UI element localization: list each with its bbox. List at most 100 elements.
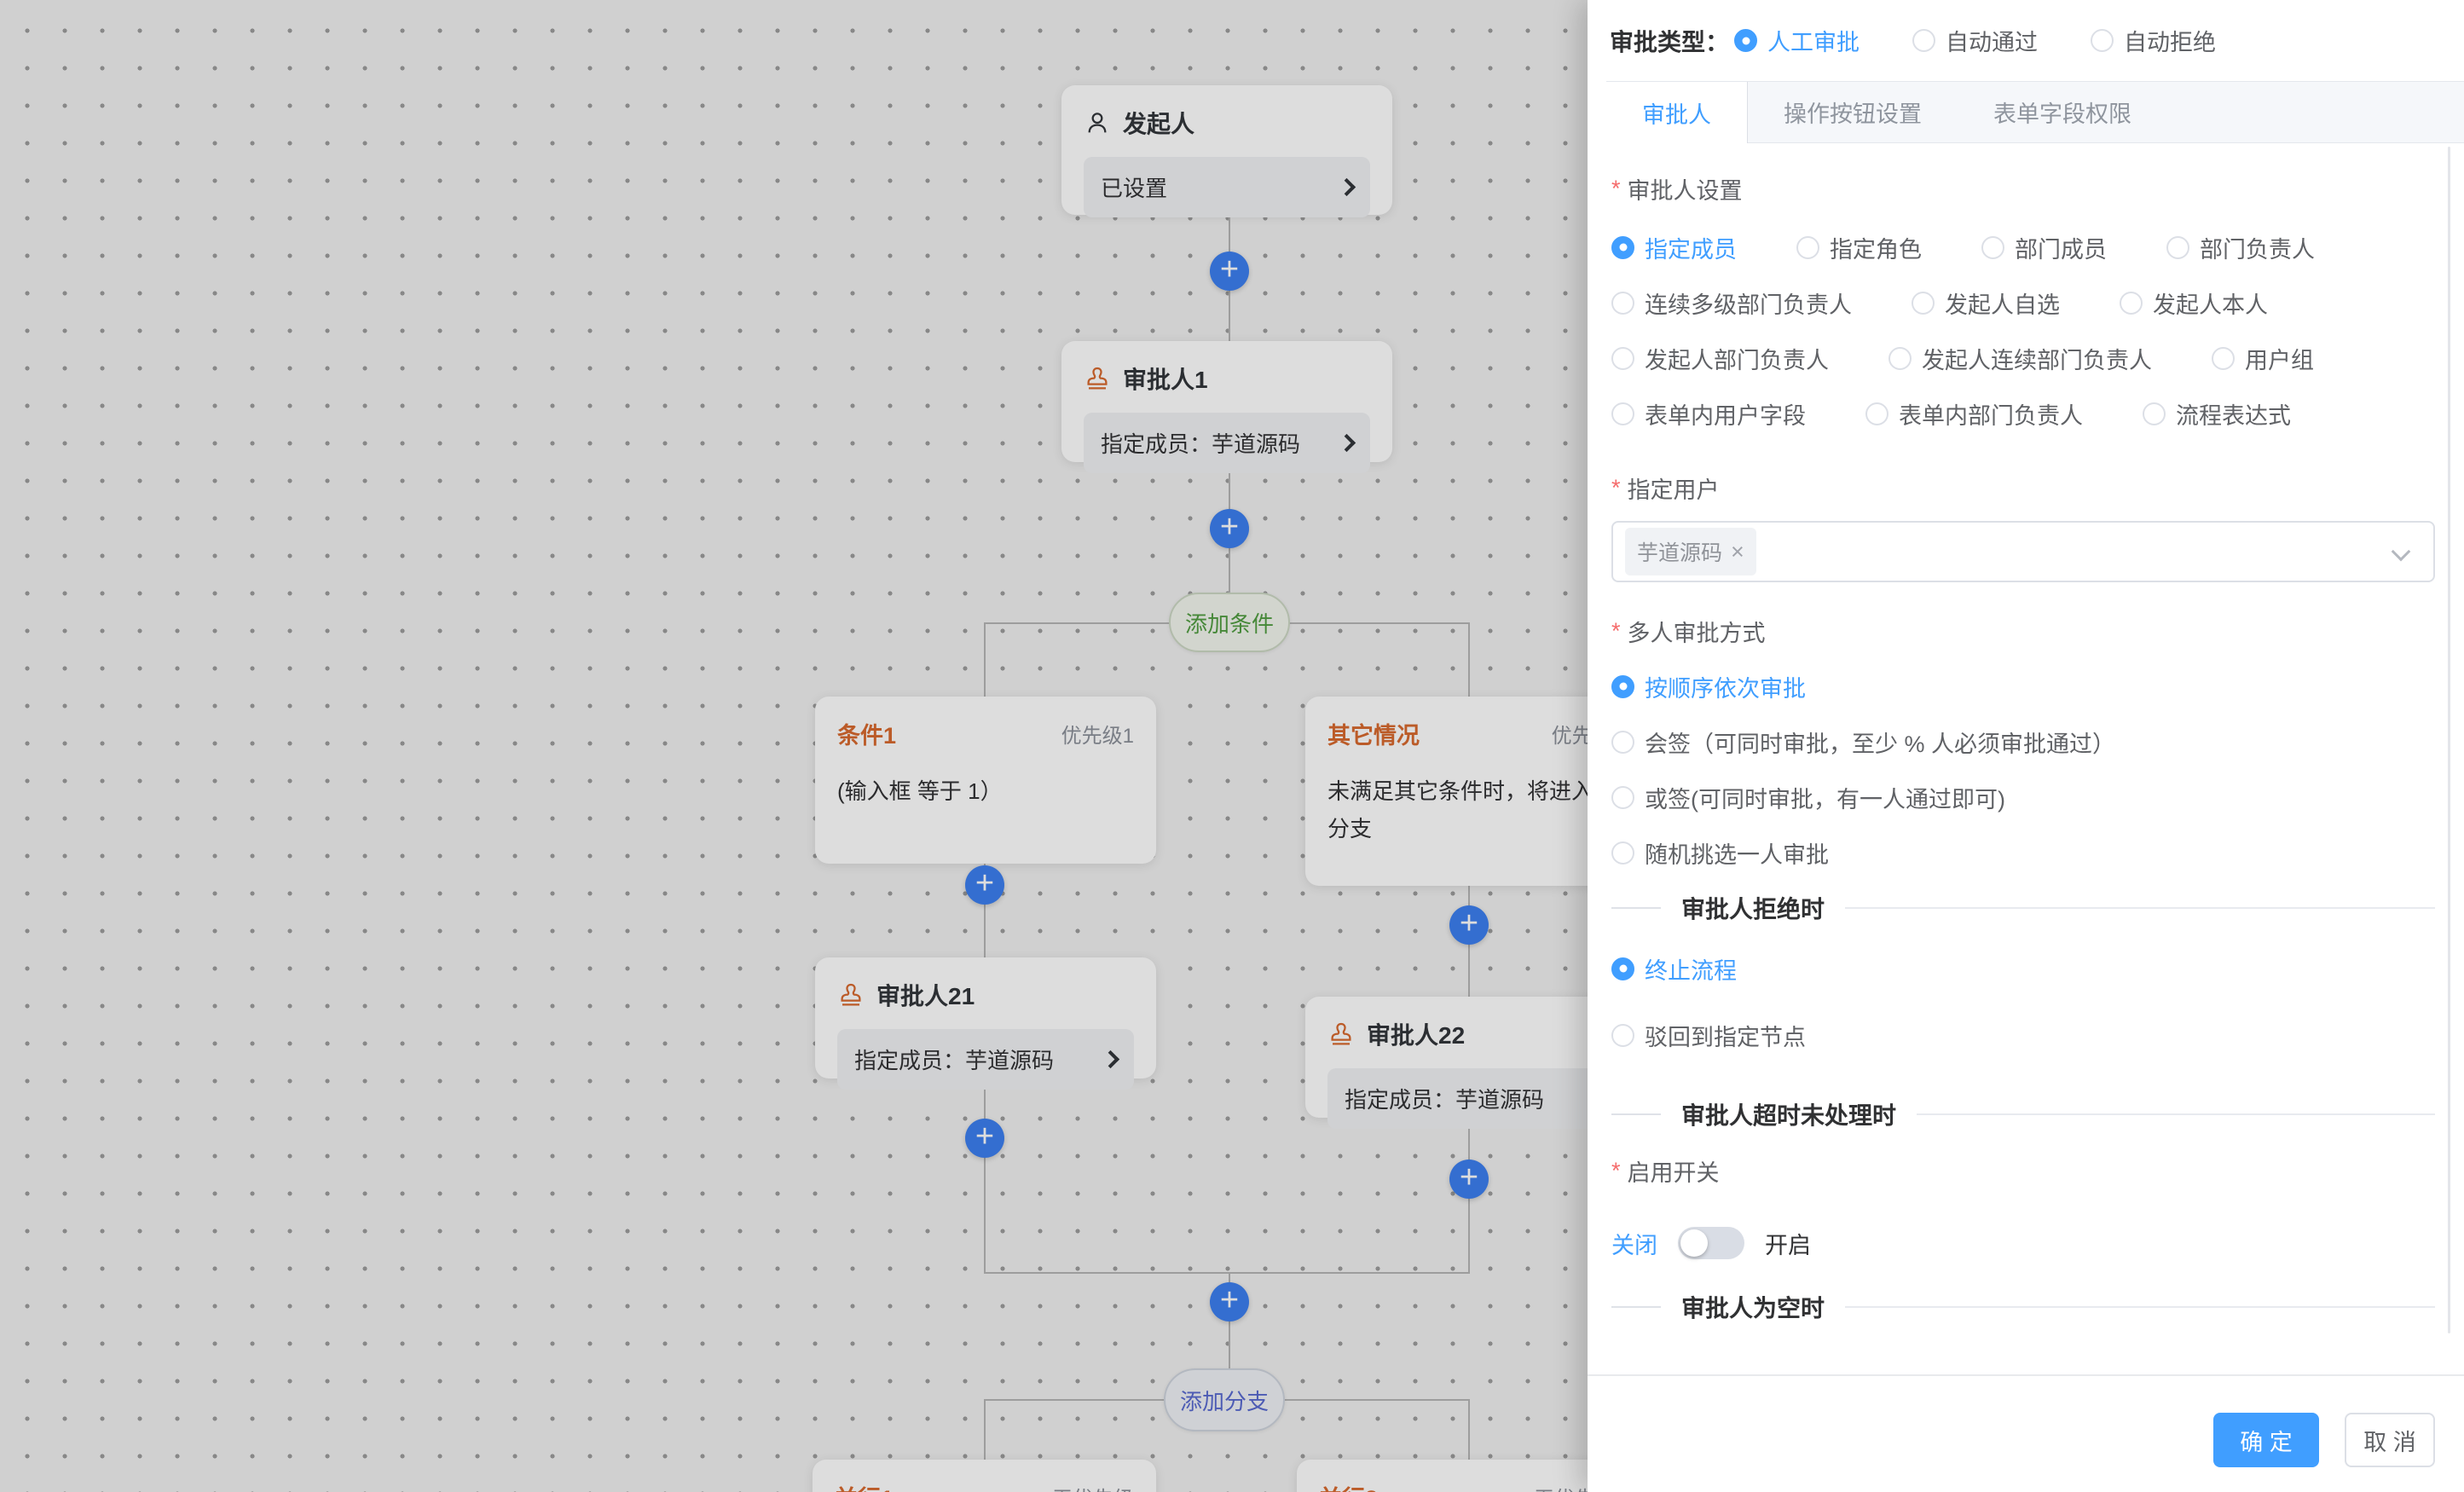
approval-settings-drawer: 审批类型： 人工审批 自动通过 自动拒绝 审批人 操作按钮设置 [1588,0,2464,1492]
empty-approver-section-divider: 审批人为空时 [1611,1292,2435,1321]
radio-terminate-process[interactable]: 终止流程 [1611,952,1737,986]
add-node-button[interactable]: + [1210,509,1249,548]
radio-manual-approval[interactable]: 人工审批 [1734,24,1860,57]
switch-off-label: 关闭 [1611,1227,1657,1260]
condition-expression: (输入框 等于 1） [837,772,1134,810]
approval-type-row: 审批类型： 人工审批 自动通过 自动拒绝 [1588,0,2464,81]
add-node-button[interactable]: + [1449,905,1489,945]
add-node-button[interactable]: + [965,1119,1004,1158]
stamp-icon [1327,1021,1355,1048]
add-condition-button[interactable]: 添加条件 [1169,593,1290,652]
node-initiator[interactable]: 发起人 已设置 [1061,85,1392,215]
radio-approver-option[interactable]: 发起人连续部门负责人 [1888,342,2152,375]
scrollbar[interactable] [2448,147,2450,1333]
flow-canvas[interactable]: + + + + + + + 发起人 已设置 [0,0,1588,1492]
timeout-toggle[interactable] [1678,1227,1744,1259]
radio-circle [1611,236,1634,259]
radio-approver-option[interactable]: 表单内部门负责人 [1865,397,2083,431]
tab-form-field-permissions[interactable]: 表单字段权限 [1958,82,2167,142]
radio-row: 表单内用户字段 表单内部门负责人 流程表达式 [1611,390,2435,437]
timeout-switch-row: 关闭 开启 [1611,1219,2435,1267]
node-title-text: 审批人22 [1367,1017,1465,1051]
radio-circle [1912,29,1935,52]
chevron-right-icon [1338,434,1356,452]
radio-approver-option[interactable]: 用户组 [2212,342,2314,375]
settings-tabs: 审批人 操作按钮设置 表单字段权限 [1606,81,2464,143]
radio-approver-option[interactable]: 部门成员 [1981,231,2107,264]
remove-tag-icon[interactable]: × [1731,541,1744,564]
required-asterisk: * [1611,475,1621,501]
multi-mode-options: 按顺序依次审批 会签（可同时审批，至少 % 人必须审批通过） 或签(可同时审批，… [1611,664,2435,875]
add-node-button[interactable]: + [1449,1159,1489,1199]
radio-circle [1888,347,1912,370]
radio-circle [1734,29,1757,52]
multi-mode-label: * 多人审批方式 [1611,616,2435,645]
radio-approver-option[interactable]: 指定成员 [1611,231,1737,264]
assign-user-select[interactable]: 芋道源码 × [1611,521,2435,582]
condition-name: 并行2 [1319,1480,1378,1492]
connector-line [984,1399,986,1460]
add-node-button[interactable]: + [1210,1282,1249,1321]
switch-on-label: 开启 [1765,1227,1811,1260]
radio-multi-option[interactable]: 或签(可同时审批，有一人通过即可) [1611,781,2005,814]
radio-circle [1611,1024,1634,1047]
radio-circle [1611,675,1634,698]
approver-tab-content[interactable]: * 审批人设置 指定成员 指定角色 部门成员 [1588,143,2464,1337]
condition-priority: 无优先级 [1052,1482,1134,1492]
radio-approver-option[interactable]: 指定角色 [1796,231,1922,264]
radio-approver-option[interactable]: 发起人部门负责人 [1611,342,1829,375]
node-title: 审批人1 [1084,361,1370,396]
radio-circle [1611,292,1634,315]
radio-circle [2143,402,2166,425]
confirm-button[interactable]: 确 定 [2213,1413,2319,1467]
radio-multi-option[interactable]: 随机挑选一人审批 [1611,836,1829,870]
radio-approver-option[interactable]: 发起人本人 [2120,286,2268,320]
radio-row: 连续多级部门负责人 发起人自选 发起人本人 [1611,279,2435,327]
chevron-right-icon [1338,178,1356,196]
cancel-button[interactable]: 取 消 [2345,1413,2435,1467]
node-other-condition[interactable]: 其它情况 优先级2 未满足其它条件时，将进入此分支 [1305,697,1588,886]
required-asterisk: * [1611,176,1621,202]
add-branch-button[interactable]: 添加分支 [1164,1368,1285,1431]
radio-multi-option[interactable]: 按顺序依次审批 [1611,670,1806,703]
node-title-text: 审批人21 [876,978,975,1012]
radio-approver-option[interactable]: 流程表达式 [2143,397,2291,431]
node-approver21[interactable]: 审批人21 指定成员：芋道源码 [815,957,1156,1079]
tab-approver[interactable]: 审批人 [1606,82,1748,143]
node-parallel2[interactable]: 并行2 无优先级 [1297,1460,1588,1492]
node-config-row[interactable]: 指定成员：芋道源码 [1084,413,1370,473]
add-branch-label: 添加分支 [1180,1385,1269,1416]
radio-circle [1611,731,1634,754]
radio-auto-approve[interactable]: 自动通过 [1912,24,2038,57]
node-config-row[interactable]: 指定成员：芋道源码 [1327,1068,1588,1129]
condition-name: 条件1 [837,717,896,750]
condition-header: 并行1 无优先级 [835,1480,1134,1492]
add-node-button[interactable]: + [965,865,1004,905]
connector-line [1468,1399,1470,1460]
user-tag-text: 芋道源码 [1637,536,1722,567]
radio-approver-option[interactable]: 表单内用户字段 [1611,397,1806,431]
assign-user-label: * 指定用户 [1611,473,2435,502]
add-node-button[interactable]: + [1210,252,1249,291]
workflow-designer: + + + + + + + 发起人 已设置 [0,0,2464,1492]
node-config-row[interactable]: 指定成员：芋道源码 [837,1029,1134,1090]
enable-switch-label: * 启用开关 [1611,1156,2435,1185]
node-approver22[interactable]: 审批人22 指定成员：芋道源码 [1305,997,1588,1118]
node-approver1[interactable]: 审批人1 指定成员：芋道源码 [1061,341,1392,462]
radio-approver-option[interactable]: 发起人自选 [1912,286,2060,320]
condition-header: 条件1 优先级1 [837,717,1134,750]
node-title-text: 发起人 [1123,106,1194,140]
stamp-icon [837,981,865,1009]
radio-multi-option[interactable]: 会签（可同时审批，至少 % 人必须审批通过） [1611,726,2115,759]
node-condition1[interactable]: 条件1 优先级1 (输入框 等于 1） [815,697,1156,864]
tab-button-settings[interactable]: 操作按钮设置 [1748,82,1958,142]
radio-approver-option[interactable]: 部门负责人 [2166,231,2315,264]
radio-auto-reject[interactable]: 自动拒绝 [2091,24,2216,57]
node-parallel1[interactable]: 并行1 无优先级 [813,1460,1156,1492]
node-config-text: 指定成员：芋道源码 [1345,1083,1544,1114]
radio-circle [1611,841,1634,865]
node-title-text: 审批人1 [1123,361,1208,396]
radio-return-to-node[interactable]: 驳回到指定节点 [1611,1019,1806,1052]
radio-approver-option[interactable]: 连续多级部门负责人 [1611,286,1852,320]
node-config-row[interactable]: 已设置 [1084,157,1370,217]
